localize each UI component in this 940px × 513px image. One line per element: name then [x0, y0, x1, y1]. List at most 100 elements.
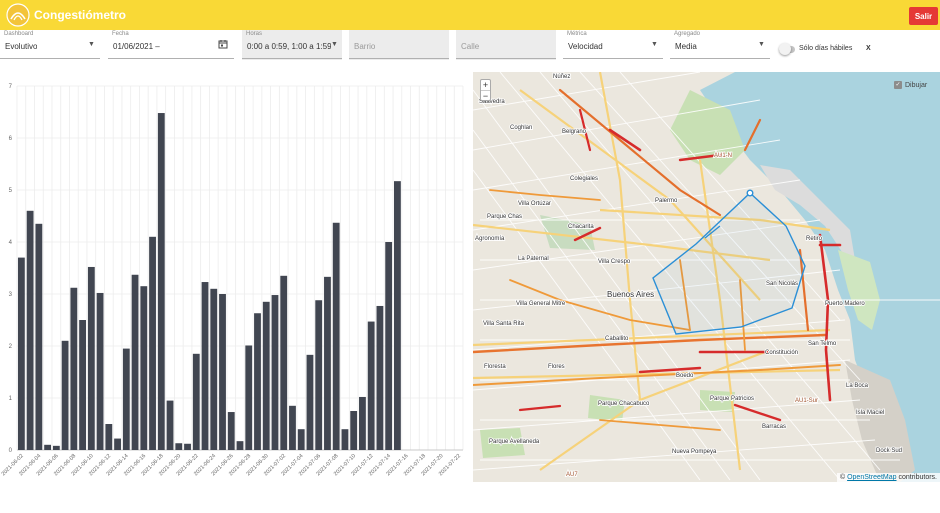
- map-place-label: Coghlan: [510, 125, 532, 131]
- chart-bar: [149, 236, 156, 450]
- chart-bar: [359, 396, 366, 450]
- openstreetmap-link[interactable]: OpenStreetMap: [847, 474, 896, 481]
- y-axis-ticks: 0 1 2 3 4 5 6 7: [9, 84, 13, 454]
- chart-bar: [254, 313, 261, 450]
- evolution-bar-chart: 0 1 2 3 4 5 6 7 2021-06-022021-06-042021-06-062…: [1, 84, 464, 477]
- neighborhood-input-placeholder: Barrio: [354, 42, 376, 51]
- chart-bar: [280, 275, 288, 450]
- map-place-label: Parque Avellaneda: [489, 439, 540, 445]
- draw-control-label: Dibujar: [905, 81, 928, 89]
- chart-bar: [201, 282, 209, 450]
- chart-bar: [175, 443, 183, 450]
- y-tick-label: 6: [9, 136, 13, 142]
- chart-bar: [157, 113, 165, 450]
- chart-bar: [26, 210, 34, 450]
- map-place-label: Barracas: [762, 424, 786, 430]
- logout-button[interactable]: Salir: [909, 7, 938, 25]
- app-logo-icon: [6, 3, 30, 27]
- checkbox-checked-icon[interactable]: ✓: [894, 81, 902, 89]
- chart-bar: [35, 223, 43, 450]
- metric-select[interactable]: Métrica Velocidad ▼: [563, 30, 663, 60]
- chart-bar: [236, 441, 244, 450]
- chart-bar: [376, 305, 384, 450]
- zoom-out-button[interactable]: −: [481, 90, 490, 101]
- chart-bar: [350, 411, 358, 450]
- field-underline: [456, 58, 556, 59]
- date-range-field[interactable]: Fecha 01/06/2021 –: [108, 30, 234, 60]
- zoom-control[interactable]: + −: [480, 79, 491, 101]
- chart-bar: [70, 287, 78, 450]
- app-title: Congestiómetro: [34, 8, 127, 22]
- chart-bar: [219, 294, 226, 450]
- metric-select-label: Métrica: [567, 31, 587, 37]
- y-tick-label: 4: [9, 240, 13, 246]
- chart-bar: [192, 353, 200, 450]
- y-tick-label: 5: [9, 188, 13, 194]
- aggregate-select-value: Media: [675, 42, 697, 51]
- y-tick-label: 1: [9, 396, 13, 402]
- field-underline: [0, 58, 100, 59]
- y-tick-label: 3: [9, 292, 13, 298]
- neighborhood-input[interactable]: Barrio: [349, 30, 449, 60]
- chart-bar: [245, 345, 253, 450]
- map-place-label: Parque Chacabuco: [598, 401, 650, 407]
- chart-bar: [341, 429, 349, 450]
- zoom-in-button[interactable]: +: [481, 80, 490, 90]
- map-place-label: AU1-Sur: [795, 398, 818, 404]
- chart-bar: [262, 301, 270, 450]
- chart-bar: [131, 274, 139, 450]
- map-place-label: La Boca: [846, 383, 869, 389]
- hours-select-value: 0:00 a 0:59, 1:00 a 1:59, ...: [247, 42, 331, 51]
- map-place-label: Nueva Pompeya: [672, 449, 717, 455]
- dashboard-select-label: Dashboard: [4, 31, 34, 37]
- map-place-label: Buenos Aires: [607, 290, 654, 299]
- clear-filters-button[interactable]: X: [866, 45, 871, 52]
- chart-bar: [332, 222, 340, 450]
- field-underline: [242, 58, 342, 59]
- map-place-label: Isla Maciel: [856, 410, 884, 416]
- field-underline: [670, 58, 770, 59]
- street-input[interactable]: Calle: [456, 30, 556, 60]
- chart-bar: [166, 400, 174, 450]
- hours-select[interactable]: Horas 0:00 a 0:59, 1:00 a 1:59, ... ▼: [242, 30, 342, 60]
- map-place-label: Dock Sud: [876, 448, 902, 454]
- chart-bar: [271, 295, 279, 450]
- chart-bar: [61, 340, 69, 450]
- map-place-label: La Paternal: [518, 256, 549, 262]
- map-place-label: AU1-N: [714, 153, 732, 159]
- toggle-thumb[interactable]: [779, 43, 791, 55]
- chart-bar: [367, 321, 375, 450]
- chart-bar: [297, 429, 305, 450]
- map-place-label: Colegiales: [570, 176, 598, 182]
- chart-bar: [87, 266, 95, 450]
- date-range-label: Fecha: [112, 31, 129, 37]
- congestion-map[interactable]: Núñez Saavedra Coghlan Belgrano AU1-N Colegia…: [473, 72, 940, 482]
- map-place-label: San Telmo: [808, 341, 837, 347]
- calendar-icon[interactable]: [218, 39, 228, 49]
- y-tick-label: 2: [9, 344, 13, 350]
- chart-bar: [96, 292, 104, 450]
- attribution-prefix: ©: [839, 474, 846, 481]
- map-canvas[interactable]: NúñezSaavedraCoghlanBelgranoAU1-NColegia…: [473, 72, 940, 482]
- chart-bar: [44, 444, 52, 450]
- map-place-label: Villa Crespo: [598, 259, 631, 265]
- aggregate-select[interactable]: Agregado Media ▼: [670, 30, 770, 60]
- map-place-label: Boedo: [676, 373, 694, 379]
- dashboard-select[interactable]: Dashboard Evolutivo ▼: [0, 30, 100, 60]
- app-header: Congestiómetro Salir: [0, 0, 940, 30]
- map-place-label: Parque Chas: [487, 214, 522, 220]
- park-chacabuco: [588, 395, 625, 422]
- y-tick-label: 0: [9, 448, 13, 454]
- hours-select-label: Horas: [246, 31, 263, 37]
- map-place-label: Agronomía: [475, 236, 505, 242]
- chart-bar: [105, 424, 113, 450]
- chart-bar: [306, 354, 314, 450]
- business-days-toggle[interactable]: Sólo días hábiles: [779, 43, 855, 55]
- draw-control[interactable]: ✓ Dibujar: [894, 81, 927, 89]
- chart-bar: [315, 300, 323, 450]
- map-place-label: Chacarita: [568, 224, 594, 230]
- polygon-vertex-handle[interactable]: [746, 189, 754, 197]
- chart-bar: [227, 412, 235, 450]
- x-axis-ticks: 2021-06-022021-06-042021-06-062021-06-08…: [1, 453, 462, 477]
- chart-bar: [289, 405, 296, 450]
